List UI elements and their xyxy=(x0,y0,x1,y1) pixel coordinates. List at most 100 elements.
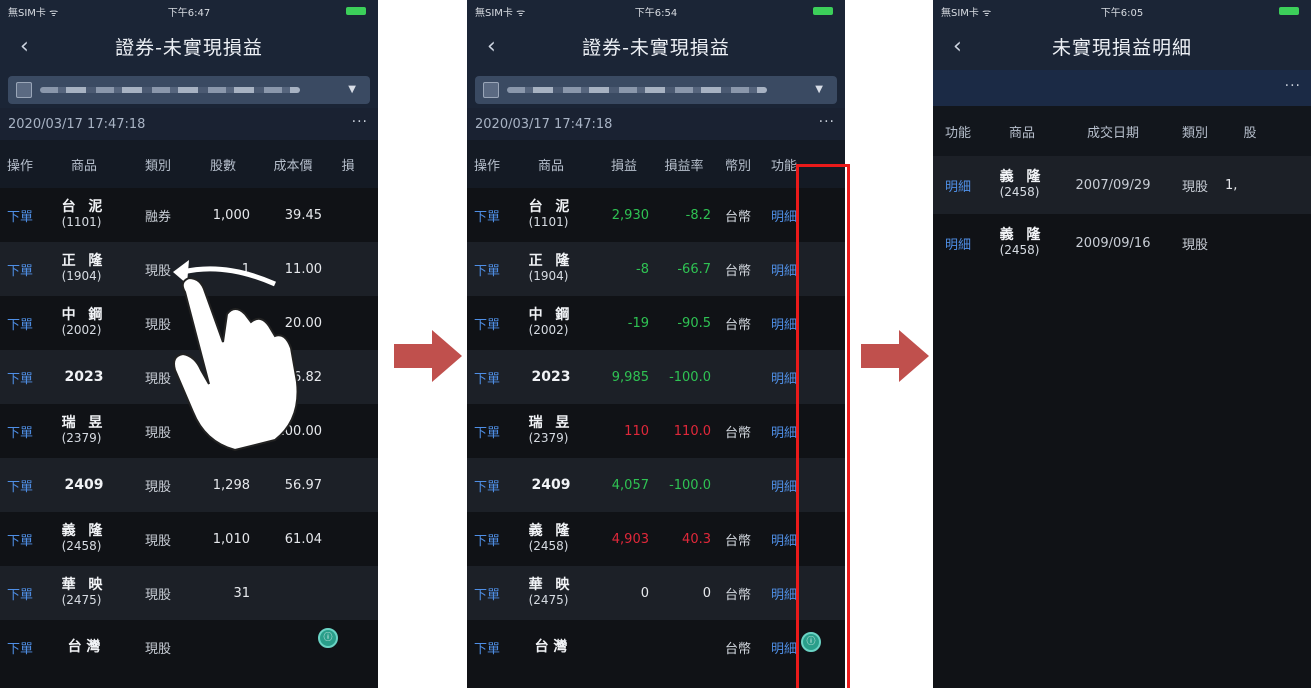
order-link[interactable]: 下單 xyxy=(0,260,40,279)
stock-name-cell: 義 隆 (2458) xyxy=(507,524,595,554)
order-link[interactable]: 下單 xyxy=(0,314,40,333)
stock-name-cell: 2409 xyxy=(40,476,128,493)
update-time-bar: 2020/03/17 17:47:18 ··· xyxy=(467,108,845,140)
table-row: 下單瑞 昱 (2379) 110 110.0 台幣 明細 xyxy=(467,404,845,458)
back-button[interactable]: ‹ xyxy=(487,34,496,59)
order-link[interactable]: 下單 xyxy=(467,314,507,333)
col-header: 操作 xyxy=(6,158,33,174)
order-link[interactable]: 下單 xyxy=(467,260,507,279)
order-link[interactable]: 下單 xyxy=(0,584,40,603)
more-button[interactable]: ··· xyxy=(819,114,835,130)
table-row: 明細義 隆 (2458) 2007/09/29 現股 1, xyxy=(933,156,1311,214)
stock-name-text: 華 映 xyxy=(61,577,107,593)
order-link[interactable]: 下單 xyxy=(467,422,507,441)
col-header: 類別 xyxy=(1181,125,1208,141)
more-button[interactable]: ··· xyxy=(1285,78,1301,94)
table-header: 操作 商品 損益 損益率 幣別 功能 xyxy=(467,140,845,188)
trade-type: 現股 xyxy=(144,641,171,657)
stock-code: (2458) xyxy=(61,539,102,553)
detail-link[interactable]: 明細 xyxy=(933,234,983,253)
nav-bar: ‹ 未實現損益明細 xyxy=(933,22,1311,70)
profit-loss: 4,903 xyxy=(611,531,649,547)
currency: 台幣 xyxy=(724,641,751,657)
table-row: 下單正 隆 (1904) -8 -66.7 台幣 明細 xyxy=(467,242,845,296)
profit-rate: 40.3 xyxy=(682,531,711,547)
stock-name-text: 義 隆 xyxy=(999,169,1045,185)
table-row: 明細義 隆 (2458) 2009/09/16 現股 xyxy=(933,214,1311,272)
stock-code: 2409 xyxy=(531,476,571,493)
profit-loss: -8 xyxy=(636,261,649,277)
col-header: 商品 xyxy=(70,158,97,174)
screen-unrealized-pl-scrolled: 無SIM卡 ᯤ 下午6:54 ‹ 證券-未實現損益 ▼ 2020/03/17 1… xyxy=(467,0,845,688)
trade-type: 現股 xyxy=(144,533,171,549)
table-row: 下單 台 灣 現股 xyxy=(0,620,378,674)
help-badge-icon[interactable]: ⓘ xyxy=(318,628,338,648)
order-link[interactable]: 下單 xyxy=(0,368,40,387)
trade-date: 2009/09/16 xyxy=(1075,235,1151,251)
account-selector[interactable]: ▼ xyxy=(8,76,370,104)
stock-name-cell: 義 隆 (2458) xyxy=(40,524,128,554)
profit-rate: -66.7 xyxy=(677,261,711,277)
battery-icon xyxy=(1279,7,1299,15)
stock-name-text: 中 鋼 xyxy=(61,307,107,323)
stock-name-cell: 瑞 昱 (2379) xyxy=(40,416,128,446)
clock: 下午6:47 xyxy=(167,7,211,19)
order-link[interactable]: 下單 xyxy=(0,206,40,225)
back-button[interactable]: ‹ xyxy=(20,34,29,59)
profit-loss: 0 xyxy=(640,585,649,601)
order-link[interactable]: 下單 xyxy=(0,422,40,441)
page-title: 未實現損益明細 xyxy=(1051,36,1192,59)
order-link[interactable]: 下單 xyxy=(467,206,507,225)
share-qty: 1, xyxy=(1225,177,1238,193)
col-header: 損益率 xyxy=(664,158,704,174)
stock-name-cell: 中 鋼 (2002) xyxy=(507,308,595,338)
account-selector-wrap: ▼ xyxy=(0,70,378,108)
stock-name-cell: 2409 xyxy=(507,476,595,493)
col-header: 損益 xyxy=(610,158,637,174)
stock-code: (2379) xyxy=(61,431,102,445)
trade-date: 2007/09/29 xyxy=(1075,177,1151,193)
stock-code: 台 灣 xyxy=(534,638,568,655)
order-link[interactable]: 下單 xyxy=(0,638,40,657)
profit-loss: 2,930 xyxy=(611,207,649,223)
page-title: 證券-未實現損益 xyxy=(582,36,730,59)
account-masked xyxy=(40,87,300,93)
right-arrow-icon xyxy=(394,330,462,382)
screen-unrealized-pl-detail: 無SIM卡 ᯤ 下午6:05 ‹ 未實現損益明細 ··· 功能 商品 成交日期 … xyxy=(933,0,1311,688)
col-header: 商品 xyxy=(537,158,564,174)
screen-unrealized-pl-list: 無SIM卡 ᯤ 下午6:47 ‹ 證券-未實現損益 ▼ 2020/03/17 1… xyxy=(0,0,378,688)
update-time: 2020/03/17 17:47:18 xyxy=(475,116,613,132)
order-link[interactable]: 下單 xyxy=(467,584,507,603)
detail-link[interactable]: 明細 xyxy=(933,176,983,195)
trade-type: 融券 xyxy=(144,209,171,225)
cost-price: 61.04 xyxy=(284,531,322,547)
nav-bar: ‹ 證券-未實現損益 xyxy=(0,22,378,70)
table-row: 下單 2023 9,985 -100.0 明細 xyxy=(467,350,845,404)
stock-name-cell: 2023 xyxy=(507,369,595,385)
order-link[interactable]: 下單 xyxy=(467,530,507,549)
cost-price: 56.97 xyxy=(284,477,322,493)
back-button[interactable]: ‹ xyxy=(953,34,962,59)
stock-name-text: 華 映 xyxy=(528,577,574,593)
stock-code: (2475) xyxy=(528,593,569,607)
order-link[interactable]: 下單 xyxy=(467,368,507,387)
chevron-down-icon: ▼ xyxy=(815,84,823,95)
status-bar: 無SIM卡 ᯤ 下午6:47 xyxy=(0,0,378,22)
account-selector[interactable]: ▼ xyxy=(475,76,837,104)
cost-price: 39.45 xyxy=(284,207,322,223)
stock-code: (2002) xyxy=(528,323,569,337)
page-title: 證券-未實現損益 xyxy=(115,36,263,59)
order-link[interactable]: 下單 xyxy=(0,476,40,495)
currency: 台幣 xyxy=(724,533,751,549)
order-link[interactable]: 下單 xyxy=(467,638,507,657)
order-link[interactable]: 下單 xyxy=(0,530,40,549)
stock-code: 2409 xyxy=(64,476,104,493)
update-time: 2020/03/17 17:47:18 xyxy=(8,116,146,132)
stock-name: 台 泥 (1101) xyxy=(529,200,574,230)
stock-name-cell: 台 灣 xyxy=(507,638,595,655)
stock-code: (1101) xyxy=(528,215,569,229)
more-button[interactable]: ··· xyxy=(352,114,368,130)
clock: 下午6:05 xyxy=(1100,7,1144,19)
order-link[interactable]: 下單 xyxy=(467,476,507,495)
stock-name: 正 隆 (1904) xyxy=(529,254,574,284)
